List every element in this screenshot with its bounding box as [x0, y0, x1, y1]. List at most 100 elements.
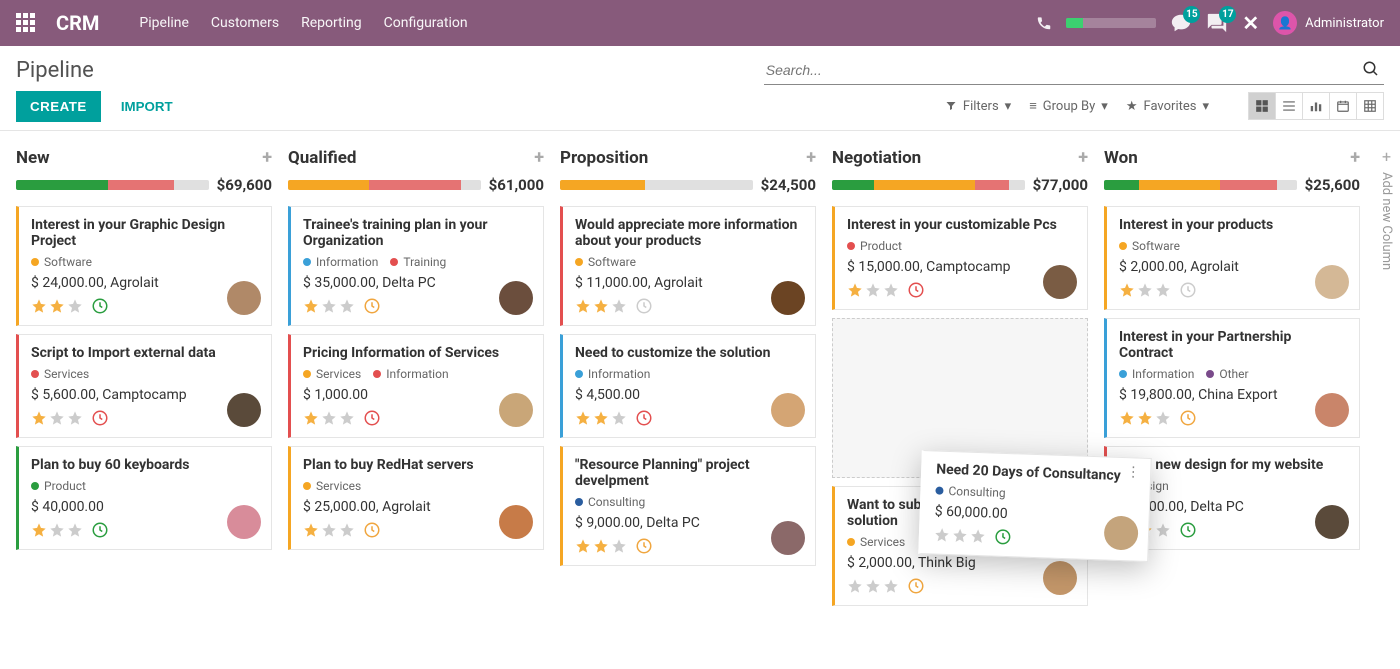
- priority-star[interactable]: [339, 298, 355, 314]
- priority-star[interactable]: [934, 526, 951, 543]
- graph-view-button[interactable]: [1302, 92, 1330, 120]
- quick-create-button[interactable]: +: [534, 147, 544, 168]
- priority-star[interactable]: [865, 578, 881, 594]
- priority-star[interactable]: [1155, 282, 1171, 298]
- kanban-card[interactable]: Plan to buy RedHat servers Services $ 25…: [288, 446, 544, 550]
- apps-icon[interactable]: [16, 13, 36, 33]
- calendar-view-button[interactable]: [1329, 92, 1357, 120]
- card-avatar[interactable]: [1315, 505, 1349, 539]
- card-avatar[interactable]: [499, 281, 533, 315]
- activity-state-icon[interactable]: [635, 297, 653, 315]
- list-view-button[interactable]: [1275, 92, 1303, 120]
- activity-state-icon[interactable]: [994, 528, 1013, 547]
- card-avatar[interactable]: [499, 505, 533, 539]
- quick-create-button[interactable]: +: [1350, 147, 1360, 168]
- priority-star[interactable]: [611, 410, 627, 426]
- quick-create-button[interactable]: +: [262, 147, 272, 168]
- activity-state-icon[interactable]: [91, 297, 109, 315]
- priority-star[interactable]: [865, 282, 881, 298]
- kanban-card[interactable]: Need to customize the solution Informati…: [560, 334, 816, 438]
- kanban-card[interactable]: Pricing Information of Services Services…: [288, 334, 544, 438]
- column-progressbar[interactable]: [1104, 180, 1297, 190]
- priority-star[interactable]: [303, 410, 319, 426]
- quick-create-button[interactable]: +: [806, 147, 816, 168]
- priority-star[interactable]: [49, 410, 65, 426]
- priority-star[interactable]: [593, 298, 609, 314]
- priority-star[interactable]: [1137, 282, 1153, 298]
- priority-star[interactable]: [847, 578, 863, 594]
- priority-star[interactable]: [1119, 410, 1135, 426]
- column-progressbar[interactable]: [560, 180, 753, 190]
- activity-state-icon[interactable]: [1179, 521, 1197, 539]
- nav-reporting[interactable]: Reporting: [301, 15, 362, 31]
- kanban-card[interactable]: Would appreciate more information about …: [560, 206, 816, 326]
- messages-icon[interactable]: 15: [1170, 12, 1192, 34]
- activity-state-icon[interactable]: [907, 281, 925, 299]
- priority-star[interactable]: [970, 528, 987, 545]
- priority-star[interactable]: [321, 410, 337, 426]
- priority-star[interactable]: [1155, 410, 1171, 426]
- priority-star[interactable]: [339, 410, 355, 426]
- priority-star[interactable]: [593, 410, 609, 426]
- nav-pipeline[interactable]: Pipeline: [139, 15, 189, 31]
- priority-star[interactable]: [31, 522, 47, 538]
- card-avatar[interactable]: [1315, 393, 1349, 427]
- card-avatar[interactable]: [771, 281, 805, 315]
- priority-star[interactable]: [952, 527, 969, 544]
- activity-state-icon[interactable]: [363, 297, 381, 315]
- kanban-view-button[interactable]: [1248, 92, 1276, 120]
- priority-star[interactable]: [67, 522, 83, 538]
- priority-star[interactable]: [593, 538, 609, 554]
- priority-star[interactable]: [883, 282, 899, 298]
- card-avatar[interactable]: [1043, 561, 1077, 595]
- priority-star[interactable]: [883, 578, 899, 594]
- kebab-menu-icon[interactable]: ⋮: [1126, 464, 1141, 480]
- card-avatar[interactable]: [1043, 265, 1077, 299]
- activity-state-icon[interactable]: [635, 537, 653, 555]
- add-column-button[interactable]: +Add new Column: [1379, 147, 1394, 270]
- close-icon[interactable]: ✕: [1242, 11, 1259, 35]
- create-button[interactable]: CREATE: [16, 91, 101, 122]
- priority-star[interactable]: [1119, 282, 1135, 298]
- priority-star[interactable]: [303, 298, 319, 314]
- phone-icon[interactable]: [1036, 15, 1052, 31]
- kanban-card[interactable]: Interest in your products Software $ 2,0…: [1104, 206, 1360, 310]
- card-avatar[interactable]: [771, 393, 805, 427]
- activity-state-icon[interactable]: [91, 521, 109, 539]
- card-avatar[interactable]: [771, 521, 805, 555]
- column-progressbar[interactable]: [832, 180, 1025, 190]
- priority-star[interactable]: [303, 522, 319, 538]
- activities-icon[interactable]: 17: [1206, 12, 1228, 34]
- priority-star[interactable]: [321, 298, 337, 314]
- kanban-card[interactable]: Interest in your Partnership Contract In…: [1104, 318, 1360, 438]
- activity-state-icon[interactable]: [635, 409, 653, 427]
- card-avatar[interactable]: [227, 505, 261, 539]
- column-progressbar[interactable]: [288, 180, 481, 190]
- column-progressbar[interactable]: [16, 180, 209, 190]
- priority-star[interactable]: [321, 522, 337, 538]
- kanban-card[interactable]: Trainee's training plan in your Organiza…: [288, 206, 544, 326]
- card-avatar[interactable]: [499, 393, 533, 427]
- priority-star[interactable]: [67, 410, 83, 426]
- activity-state-icon[interactable]: [91, 409, 109, 427]
- activity-state-icon[interactable]: [363, 409, 381, 427]
- progress-bar[interactable]: [1066, 18, 1156, 28]
- kanban-card[interactable]: Interest in your customizable Pcs Produc…: [832, 206, 1088, 310]
- activity-state-icon[interactable]: [907, 577, 925, 595]
- card-avatar[interactable]: [227, 393, 261, 427]
- groupby-dropdown[interactable]: ≡Group By▾: [1029, 98, 1108, 114]
- quick-create-button[interactable]: +: [1078, 147, 1088, 168]
- filters-dropdown[interactable]: Filters▾: [945, 98, 1011, 114]
- priority-star[interactable]: [575, 410, 591, 426]
- priority-star[interactable]: [1155, 522, 1171, 538]
- priority-star[interactable]: [611, 298, 627, 314]
- card-avatar[interactable]: [227, 281, 261, 315]
- dragging-card[interactable]: ⋮ Need 20 Days of Consultancy Consulting…: [918, 450, 1151, 562]
- priority-star[interactable]: [575, 298, 591, 314]
- nav-customers[interactable]: Customers: [211, 15, 279, 31]
- kanban-card[interactable]: Script to Import external data Services …: [16, 334, 272, 438]
- favorites-dropdown[interactable]: ★Favorites▾: [1126, 98, 1209, 114]
- activity-state-icon[interactable]: [1179, 409, 1197, 427]
- user-menu[interactable]: 👤 Administrator: [1273, 11, 1384, 35]
- priority-star[interactable]: [31, 410, 47, 426]
